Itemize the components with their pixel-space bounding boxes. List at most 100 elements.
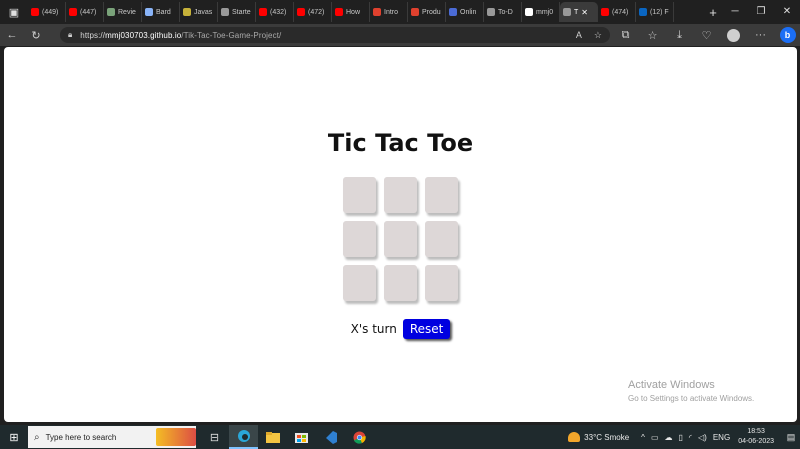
volume-icon[interactable]: ◁) [698,433,707,442]
youtube-icon [31,8,39,16]
reset-button[interactable]: Reset [402,319,451,339]
download-icon[interactable]: ⤓ [666,24,693,46]
tab-6[interactable]: (432) [256,2,294,22]
weather-widget[interactable]: 33°C Smoke [568,432,629,442]
tab-label: Bard [156,8,171,16]
tab-label: (474) [612,8,629,16]
tab-13[interactable]: mmj0 [522,2,560,22]
file-explorer-icon[interactable] [258,425,287,449]
tab-2[interactable]: Revie [104,2,142,22]
tab-10[interactable]: Produ [408,2,446,22]
close-tab-icon[interactable]: ✕ [581,8,588,17]
tab-1[interactable]: (447) [66,2,104,22]
tab-3[interactable]: Bard [142,2,180,22]
tab-label: Revie [118,8,136,16]
tab-7[interactable]: (472) [294,2,332,22]
tab-15[interactable]: (474) [598,2,636,22]
performance-icon[interactable]: ♡ [693,24,720,46]
clock-date: 04-06-2023 [738,438,774,445]
tab-label: Starte [232,8,251,16]
github-icon [525,8,533,16]
board-cell-9[interactable] [425,265,458,301]
favorites-icon[interactable]: ☆ [639,24,666,46]
browser-toolbar: ← ↻ 🔒︎ https://mmj030703.github.io/Tik-T… [0,24,800,46]
tab-label: mmj0 [536,8,554,16]
youtube-icon [297,8,305,16]
new-tab-button[interactable]: + [704,5,722,20]
board-cell-2[interactable] [384,177,417,213]
chrome-icon[interactable] [345,425,374,449]
vscode-icon[interactable] [316,425,345,449]
tray-icons: ^ ▭ ☁ ▯ ◜ ◁) ENG [641,433,730,442]
game-board [343,177,461,301]
page-icon [487,8,495,16]
chevron-up-icon[interactable]: ^ [641,433,645,442]
more-menu-icon[interactable]: ··· [747,24,774,46]
task-view-icon[interactable]: ⊟ [200,425,229,449]
extensions-icon[interactable]: ⧉ [612,24,639,46]
youtube-icon [601,8,609,16]
profile-button[interactable] [720,24,747,46]
tab-label: Produ [422,8,441,16]
board-cell-1[interactable] [343,177,376,213]
online-icon [449,8,457,16]
restore-icon[interactable]: ❐ [748,0,774,24]
tab-9[interactable]: Intro [370,2,408,22]
notification-icon[interactable]: ▤ [782,432,800,443]
youtube-icon [69,8,77,16]
onedrive-icon[interactable]: ☁ [665,433,673,442]
page-title: Tic Tac Toe [327,129,474,157]
window-controls: ─ ❐ ✕ [722,0,800,24]
tab-14[interactable]: T ✕ [560,2,598,22]
taskbar-search[interactable]: ⌕ Type here to search [28,426,196,448]
weather-icon [568,432,581,442]
board-cell-6[interactable] [425,221,458,257]
battery-icon[interactable]: ▯ [679,433,683,442]
windows-start-icon[interactable]: ⊞ [0,425,28,449]
avatar [727,28,740,42]
tab-4[interactable]: Javas [180,2,218,22]
board-cell-5[interactable] [384,221,417,257]
tab-actions-menu[interactable]: ▣ [0,0,28,24]
page-icon [563,8,571,16]
favorite-star-icon[interactable]: ☆ [594,30,602,41]
tab-label: Javas [194,8,213,16]
close-window-icon[interactable]: ✕ [774,0,800,24]
board-cell-8[interactable] [384,265,417,301]
read-aloud-icon[interactable]: A [576,30,582,40]
language-indicator[interactable]: ENG [713,433,730,442]
bing-chat-button[interactable]: b [774,24,800,46]
search-icon: ⌕ [34,431,40,443]
weather-text: 33°C Smoke [584,432,630,442]
tab-label: T [574,8,579,16]
board-cell-3[interactable] [425,177,458,213]
search-placeholder: Type here to search [45,432,117,442]
pinned-apps: ⊟ [200,425,374,449]
review-icon [107,8,115,16]
board-cell-7[interactable] [343,265,376,301]
refresh-icon[interactable]: ↻ [24,24,48,46]
tab-12[interactable]: To-D [484,2,522,22]
tab-5[interactable]: Starte [218,2,256,22]
kp-icon [373,8,381,16]
wifi-icon[interactable]: ◜ [689,433,692,442]
page-icon [221,8,229,16]
tab-16[interactable]: (12) F [636,2,674,22]
browser-window: ▣ (449) (447) Revie Bard Javas Starte (432) (47… [0,0,800,449]
tab-label: To-D [498,8,513,16]
tab-8[interactable]: How [332,2,370,22]
tab-0[interactable]: (449) [28,2,66,22]
clock[interactable]: 18:53 04-06-2023 [738,427,774,447]
meet-now-icon[interactable]: ▭ [651,433,659,442]
board-cell-4[interactable] [343,221,376,257]
minimize-icon[interactable]: ─ [722,0,748,24]
address-bar[interactable]: 🔒︎ https://mmj030703.github.io/Tik-Tac-T… [60,27,610,43]
tab-label: (432) [270,8,287,16]
back-icon[interactable]: ← [0,24,24,46]
tab-label: How [346,8,361,16]
bard-icon [145,8,153,16]
edge-browser-icon[interactable] [229,425,258,449]
search-highlight-image [156,428,196,446]
microsoft-store-icon[interactable] [287,425,316,449]
tab-11[interactable]: Onlin [446,2,484,22]
